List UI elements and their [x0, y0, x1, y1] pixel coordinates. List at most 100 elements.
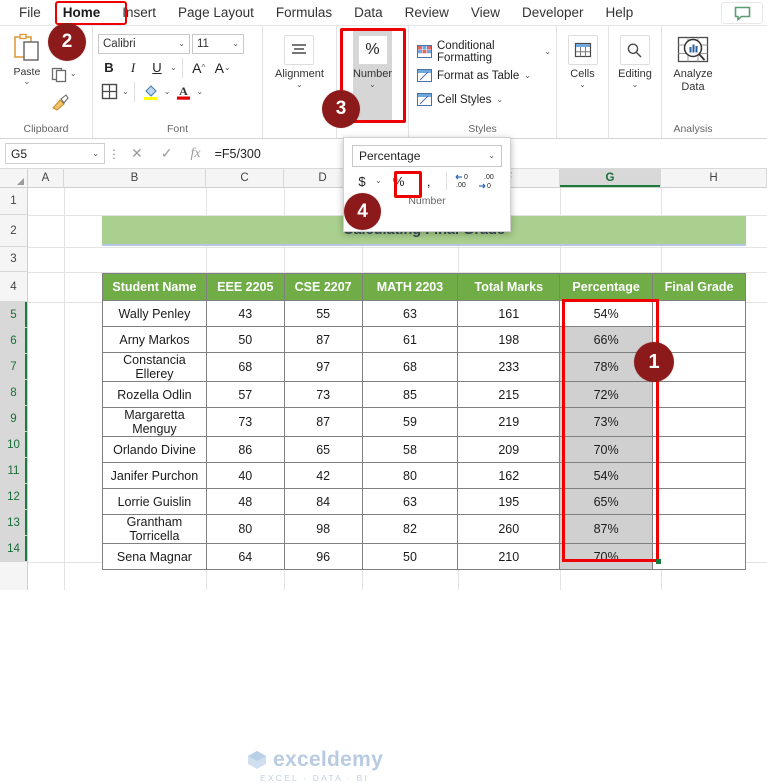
select-all-corner[interactable] — [0, 169, 28, 187]
increase-decimal-button[interactable]: 0 .00 — [453, 170, 475, 192]
name-box-chevron-down-icon[interactable]: ⌄ — [92, 150, 99, 158]
conditional-formatting-chevron-down-icon[interactable]: ⌄ — [544, 48, 551, 56]
cell-percentage[interactable]: 54% — [560, 463, 653, 489]
bold-button[interactable]: B — [98, 57, 120, 78]
row-header-2[interactable]: 2 — [0, 215, 27, 247]
cells-button[interactable]: Cells ⌄ — [568, 31, 598, 120]
cell-final-grade[interactable] — [653, 544, 746, 570]
cell-styles-button[interactable]: Cell Styles ⌄ — [417, 88, 551, 112]
cell-student-name[interactable]: Wally Penley — [103, 301, 207, 327]
comments-button[interactable] — [721, 2, 763, 24]
editing-chevron-down-icon[interactable]: ⌄ — [632, 81, 639, 89]
fill-color-button[interactable] — [140, 81, 162, 102]
column-header-b[interactable]: B — [64, 169, 206, 187]
row-header-10[interactable]: 10 — [0, 432, 27, 458]
cell-percentage[interactable]: 72% — [560, 382, 653, 408]
cell-eee[interactable]: 73 — [206, 408, 284, 437]
cell-math[interactable]: 59 — [362, 408, 458, 437]
conditional-formatting-button[interactable]: Conditional Formatting ⌄ — [417, 40, 551, 64]
cell-math[interactable]: 68 — [362, 353, 458, 382]
cell-cse[interactable]: 73 — [284, 382, 362, 408]
cell-final-grade[interactable] — [653, 515, 746, 544]
cell-math[interactable]: 61 — [362, 327, 458, 353]
tab-page-layout[interactable]: Page Layout — [167, 1, 265, 25]
cell-student-name[interactable]: Grantham Torricella — [103, 515, 207, 544]
cell-percentage[interactable]: 87% — [560, 515, 653, 544]
row-header-9[interactable]: 9 — [0, 406, 27, 432]
cell-eee[interactable]: 64 — [206, 544, 284, 570]
row-header-14[interactable]: 14 — [0, 536, 27, 562]
column-header-c[interactable]: C — [206, 169, 284, 187]
cell-cse[interactable]: 55 — [284, 301, 362, 327]
cell-cse[interactable]: 87 — [284, 408, 362, 437]
cell-student-name[interactable]: Rozella Odlin — [103, 382, 207, 408]
cell-cse[interactable]: 65 — [284, 437, 362, 463]
cell-final-grade[interactable] — [653, 489, 746, 515]
font-color-button[interactable]: A — [172, 81, 194, 102]
number-format-combo[interactable]: Percentage ⌄ — [352, 145, 502, 167]
cell-eee[interactable]: 80 — [206, 515, 284, 544]
cell-student-name[interactable]: Arny Markos — [103, 327, 207, 353]
table-row[interactable]: Sena Magnar 64 96 50 210 70% — [103, 544, 746, 570]
cell-cse[interactable]: 98 — [284, 515, 362, 544]
format-as-table-button[interactable]: Format as Table ⌄ — [417, 64, 551, 88]
paste-chevron-down-icon[interactable]: ⌄ — [24, 78, 31, 86]
italic-button[interactable]: I — [122, 57, 144, 78]
cell-total[interactable]: 198 — [458, 327, 560, 353]
borders-button[interactable] — [98, 81, 120, 102]
fx-icon[interactable]: fx — [190, 146, 200, 162]
cell-math[interactable]: 58 — [362, 437, 458, 463]
cell-total[interactable]: 209 — [458, 437, 560, 463]
currency-format-button[interactable]: $ — [351, 170, 373, 192]
cell-math[interactable]: 85 — [362, 382, 458, 408]
column-header-a[interactable]: A — [28, 169, 64, 187]
currency-chevron-down-icon[interactable]: ⌄ — [375, 177, 382, 185]
cell-student-name[interactable]: Lorrie Guislin — [103, 489, 207, 515]
row-header-5[interactable]: 5 — [0, 302, 27, 328]
increase-font-size-button[interactable]: A^ — [188, 57, 210, 78]
tab-review[interactable]: Review — [394, 1, 460, 25]
alignment-button[interactable]: Alignment ⌄ — [275, 31, 324, 120]
underline-button[interactable]: U — [146, 57, 168, 78]
cell-final-grade[interactable] — [653, 408, 746, 437]
tab-insert[interactable]: Insert — [111, 1, 167, 25]
cell-final-grade[interactable] — [653, 301, 746, 327]
name-box[interactable]: G5 ⌄ — [5, 143, 105, 164]
cell-total[interactable]: 219 — [458, 408, 560, 437]
tab-formulas[interactable]: Formulas — [265, 1, 343, 25]
cell-cse[interactable]: 87 — [284, 327, 362, 353]
cell-eee[interactable]: 40 — [206, 463, 284, 489]
table-row[interactable]: Rozella Odlin 57 73 85 215 72% — [103, 382, 746, 408]
cell-percentage[interactable]: 73% — [560, 408, 653, 437]
row-header-12[interactable]: 12 — [0, 484, 27, 510]
cell-percentage[interactable]: 70% — [560, 544, 653, 570]
column-header-h[interactable]: H — [661, 169, 767, 187]
cell-math[interactable]: 63 — [362, 489, 458, 515]
comma-style-button[interactable]: , — [418, 170, 440, 192]
editing-button[interactable]: Editing ⌄ — [618, 31, 652, 120]
cell-total[interactable]: 215 — [458, 382, 560, 408]
cell-total[interactable]: 161 — [458, 301, 560, 327]
confirm-icon[interactable]: ✓ — [161, 145, 173, 162]
cancel-icon[interactable]: ✕ — [131, 145, 143, 162]
cell-eee[interactable]: 86 — [206, 437, 284, 463]
cell-eee[interactable]: 48 — [206, 489, 284, 515]
row-header-13[interactable]: 13 — [0, 510, 27, 536]
font-name-combo[interactable]: Calibri ⌄ — [98, 34, 190, 54]
table-row[interactable]: Janifer Purchon 40 42 80 162 54% — [103, 463, 746, 489]
cell-student-name[interactable]: Margaretta Menguy — [103, 408, 207, 437]
cell-eee[interactable]: 68 — [206, 353, 284, 382]
tab-data[interactable]: Data — [343, 1, 394, 25]
cell-cse[interactable]: 97 — [284, 353, 362, 382]
tab-home[interactable]: Home — [52, 1, 112, 25]
cell-cse[interactable]: 84 — [284, 489, 362, 515]
font-name-chevron-down-icon[interactable]: ⌄ — [178, 40, 185, 48]
tab-help[interactable]: Help — [595, 1, 645, 25]
number-chevron-down-icon[interactable]: ⌄ — [369, 81, 376, 89]
cell-eee[interactable]: 57 — [206, 382, 284, 408]
alignment-chevron-down-icon[interactable]: ⌄ — [296, 81, 303, 89]
table-row[interactable]: Orlando Divine 86 65 58 209 70% — [103, 437, 746, 463]
cell-total[interactable]: 233 — [458, 353, 560, 382]
analyze-data-button[interactable]: Analyze Data — [673, 31, 712, 120]
cell-math[interactable]: 80 — [362, 463, 458, 489]
